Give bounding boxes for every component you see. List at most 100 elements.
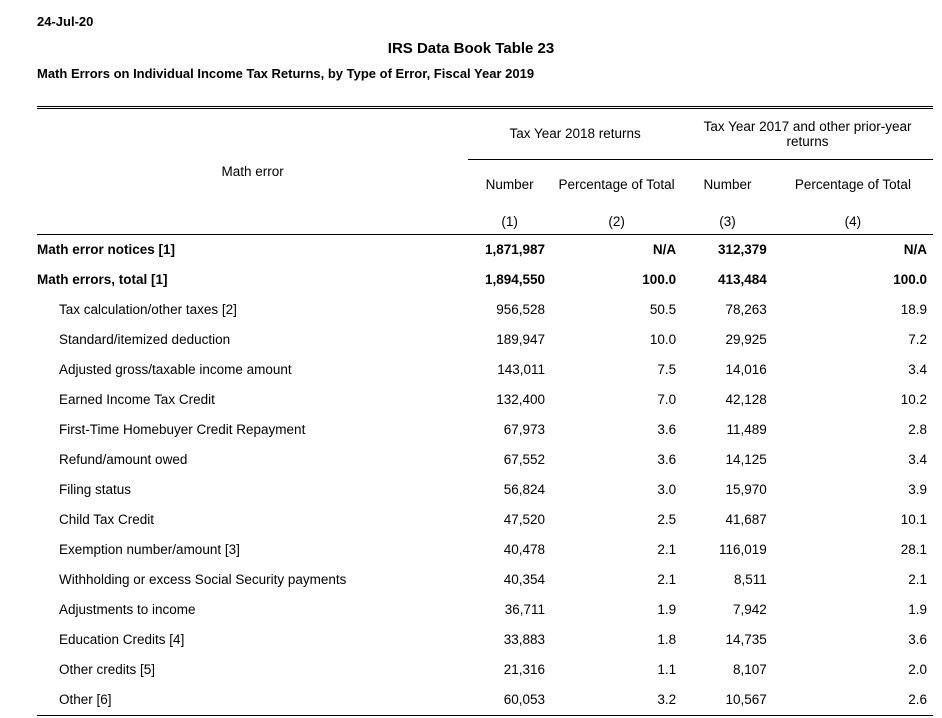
table-row: Other [6] 60,053 3.2 10,567 2.6 bbox=[37, 684, 933, 716]
table-row: Other credits [5] 21,316 1.1 8,107 2.0 bbox=[37, 655, 933, 685]
group-header-row: Math error Tax Year 2018 returns Tax Yea… bbox=[37, 109, 933, 235]
table-row: Adjustments to income 36,711 1.9 7,942 1.9 bbox=[37, 595, 933, 625]
subheader-number: Number bbox=[485, 177, 534, 192]
row-header-math-error: Math error bbox=[37, 109, 469, 235]
row-value: N/A bbox=[652, 242, 677, 257]
row-value: 36,711 bbox=[504, 602, 546, 617]
row-label: Withholding or excess Social Security pa… bbox=[59, 572, 347, 587]
row-value: 116,019 bbox=[719, 542, 767, 557]
column-number: (4) bbox=[772, 209, 933, 235]
table-row: Earned Income Tax Credit 132,400 7.0 42,128… bbox=[37, 385, 933, 415]
subheader-percentage: Percentage of Total bbox=[558, 177, 675, 192]
table-body: Math error notices [1] 1,871,987 N/A 312,37… bbox=[37, 234, 933, 716]
row-value: 132,400 bbox=[496, 392, 546, 407]
row-value: 42,128 bbox=[725, 392, 767, 407]
row-label: Math errors, total [1] bbox=[37, 272, 168, 287]
row-value: 2.5 bbox=[657, 512, 677, 527]
row-value: 1.9 bbox=[908, 602, 927, 617]
row-value: 189,947 bbox=[496, 332, 546, 347]
row-value: 47,520 bbox=[503, 512, 546, 527]
row-value: 7,942 bbox=[733, 602, 767, 617]
row-value: 3.4 bbox=[908, 452, 927, 467]
table-row: Exemption number/amount [3] 40,478 2.1 116,… bbox=[37, 535, 933, 565]
row-value: 41,687 bbox=[725, 512, 767, 527]
row-value: 21,316 bbox=[503, 662, 546, 677]
column-number: (3) bbox=[682, 209, 773, 235]
row-value: 3.4 bbox=[908, 362, 927, 377]
row-value: 3.6 bbox=[908, 632, 927, 647]
table-subtitle: Math Errors on Individual Income Tax Ret… bbox=[37, 66, 535, 81]
row-value: 2.1 bbox=[657, 572, 677, 587]
row-value: 15,970 bbox=[725, 482, 767, 497]
row-value: 28.1 bbox=[900, 542, 927, 557]
row-value: 1.8 bbox=[657, 632, 677, 647]
row-value: 8,511 bbox=[734, 572, 767, 587]
row-label: First-Time Homebuyer Credit Repayment bbox=[59, 422, 306, 437]
row-value: 10.0 bbox=[649, 332, 677, 347]
row-value: 1.1 bbox=[657, 662, 677, 677]
math-errors-table: Math error Tax Year 2018 returns Tax Yea… bbox=[37, 106, 933, 716]
row-value: 956,528 bbox=[496, 302, 546, 317]
row-value: 40,478 bbox=[503, 542, 546, 557]
row-label: Other [6] bbox=[37, 684, 469, 716]
row-value: 2.1 bbox=[657, 542, 677, 557]
row-value: 100.0 bbox=[893, 272, 927, 287]
row-value: 7.5 bbox=[657, 362, 677, 377]
row-value: 1,894,550 bbox=[485, 272, 546, 287]
row-value: 14,016 bbox=[725, 362, 767, 377]
row-value: 7.2 bbox=[908, 332, 927, 347]
row-label: Math error notices [1] bbox=[37, 242, 176, 257]
row-value: 312,379 bbox=[718, 242, 767, 257]
table-row: Math error notices [1] 1,871,987 N/A 312,37… bbox=[37, 234, 933, 265]
group-header-ty2018: Tax Year 2018 returns bbox=[468, 109, 683, 160]
row-label: Adjusted gross/taxable income amount bbox=[59, 362, 292, 377]
table-row: Adjusted gross/taxable income amount 143,… bbox=[37, 355, 933, 385]
table-title: IRS Data Book Table 23 bbox=[387, 40, 555, 57]
table-row: Filing status 56,824 3.0 15,970 3.9 bbox=[37, 475, 933, 505]
row-label: Other credits [5] bbox=[59, 662, 156, 677]
row-label: Refund/amount owed bbox=[59, 452, 188, 467]
row-value: 18.9 bbox=[900, 302, 927, 317]
row-value: 14,735 bbox=[725, 632, 767, 647]
row-value: 40,354 bbox=[503, 572, 546, 587]
row-value: N/A bbox=[903, 242, 927, 257]
row-value: 1.9 bbox=[657, 602, 677, 617]
row-value: 14,125 bbox=[725, 452, 767, 467]
table-row: Withholding or excess Social Security pa… bbox=[37, 565, 933, 595]
row-value: 29,925 bbox=[725, 332, 767, 347]
row-value: 10,567 bbox=[682, 684, 773, 716]
row-value: 3.6 bbox=[657, 422, 677, 437]
row-label: Standard/itemized deduction bbox=[59, 332, 231, 347]
column-number: (1) bbox=[468, 209, 552, 235]
row-value: 10.2 bbox=[900, 392, 927, 407]
row-label: Child Tax Credit bbox=[59, 512, 155, 527]
row-label: Exemption number/amount [3] bbox=[59, 542, 240, 557]
row-value: 78,263 bbox=[725, 302, 767, 317]
table-row: First-Time Homebuyer Credit Repayment 67,… bbox=[37, 415, 933, 445]
row-value: 67,552 bbox=[503, 452, 546, 467]
row-label: Tax calculation/other taxes [2] bbox=[59, 302, 237, 317]
row-label: Adjustments to income bbox=[59, 602, 196, 617]
row-value: 7.0 bbox=[657, 392, 677, 407]
row-value: 8,107 bbox=[733, 662, 767, 677]
row-value: 2.8 bbox=[908, 422, 927, 437]
row-value: 10.1 bbox=[900, 512, 927, 527]
table-row: Child Tax Credit 47,520 2.5 41,687 10.1 bbox=[37, 505, 933, 535]
subheader-number: Number bbox=[703, 177, 752, 192]
row-value: 56,824 bbox=[503, 482, 546, 497]
row-value: 413,484 bbox=[718, 272, 767, 287]
row-label: Filing status bbox=[59, 482, 132, 497]
report-date: 24-Jul-20 bbox=[37, 14, 94, 29]
row-value: 2.6 bbox=[772, 684, 933, 716]
row-value: 3.9 bbox=[908, 482, 927, 497]
table-row: Refund/amount owed 67,552 3.6 14,125 3.4 bbox=[37, 445, 933, 475]
subheader-percentage: Percentage of Total bbox=[794, 177, 911, 192]
row-value: 60,053 bbox=[468, 684, 552, 716]
row-label: Education Credits [4] bbox=[59, 632, 185, 647]
row-value: 3.0 bbox=[657, 482, 677, 497]
row-value: 11,489 bbox=[726, 422, 767, 437]
row-value: 67,973 bbox=[503, 422, 546, 437]
row-value: 3.6 bbox=[657, 452, 677, 467]
table-row: Standard/itemized deduction 189,947 10.0 29… bbox=[37, 325, 933, 355]
column-number: (2) bbox=[551, 209, 683, 235]
